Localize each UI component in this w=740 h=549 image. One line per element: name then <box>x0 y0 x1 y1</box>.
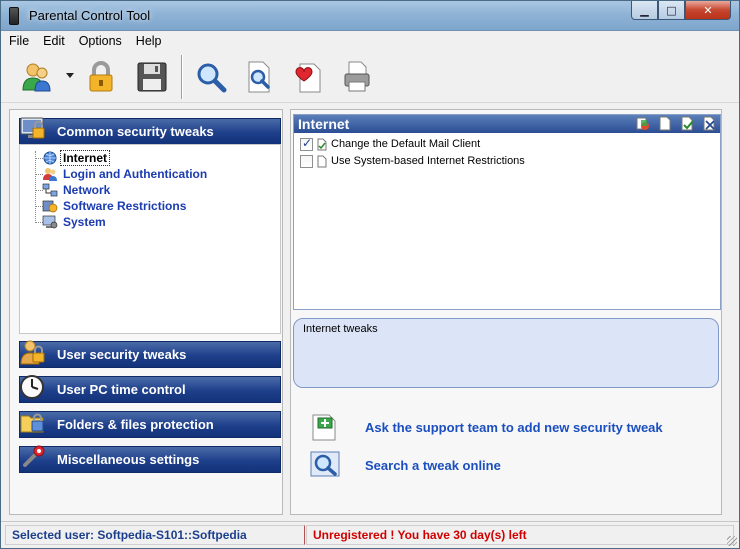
resize-grip[interactable] <box>727 536 737 546</box>
ask-support-label[interactable]: Ask the support team to add new security… <box>365 420 663 435</box>
globe-icon <box>43 151 57 164</box>
clock-icon <box>19 373 47 401</box>
tree-item-network[interactable]: Network <box>42 182 113 197</box>
software-icon <box>42 200 58 212</box>
search-online-icon <box>310 451 340 477</box>
user-lock-icon <box>19 338 47 366</box>
add-document-icon <box>312 414 336 441</box>
search-document-icon[interactable] <box>241 59 277 95</box>
category-panel: Common security tweaks Internet Login an… <box>9 109 283 515</box>
category-miscellaneous-settings[interactable]: Miscellaneous settings <box>19 443 281 473</box>
toolbar-separator <box>181 55 183 99</box>
tree-item-system[interactable]: System <box>42 214 109 229</box>
window-title: Parental Control Tool <box>29 8 151 23</box>
tree-item-login-authentication[interactable]: Login and Authentication <box>42 166 210 181</box>
tweak-checkbox[interactable] <box>300 154 313 168</box>
tweak-label: Change the Default Mail Client <box>331 138 481 150</box>
tree-item-internet[interactable]: Internet <box>42 149 111 166</box>
check-document-icon[interactable] <box>680 116 694 131</box>
menu-help[interactable]: Help <box>136 34 162 48</box>
remove-document-icon[interactable] <box>702 116 716 131</box>
network-icon <box>42 183 58 196</box>
lock-icon[interactable] <box>83 59 119 95</box>
tweak-tree: Internet Login and Authentication Networ… <box>19 144 281 334</box>
tweak-panel: Internet Change the Default Mail Client … <box>290 109 722 515</box>
tree-item-software-restrictions[interactable]: Software Restrictions <box>42 198 189 213</box>
monitor-lock-icon <box>19 115 47 143</box>
app-icon <box>9 7 19 25</box>
list-item[interactable]: Change the Default Mail Client <box>300 136 480 152</box>
print-icon[interactable] <box>339 59 375 95</box>
tweak-description: Internet tweaks <box>293 318 719 388</box>
status-bar: Selected user: Softpedia-S101::Softpedia… <box>1 521 739 548</box>
maximize-button[interactable]: □ <box>658 1 685 20</box>
menu-bar: File Edit Options Help <box>1 31 739 51</box>
category-common-security-tweaks[interactable]: Common security tweaks <box>19 115 281 145</box>
menu-edit[interactable]: Edit <box>43 34 65 48</box>
category-label: User PC time control <box>57 382 186 397</box>
minimize-button[interactable]: ▁ <box>631 1 658 20</box>
users-icon[interactable] <box>19 59 55 95</box>
favorite-document-icon[interactable] <box>290 59 326 95</box>
selected-user-status: Selected user: Softpedia-S101::Softpedia <box>5 525 305 545</box>
category-user-security-tweaks[interactable]: User security tweaks <box>19 338 281 368</box>
list-header-tools <box>636 116 716 131</box>
category-folders-files-protection[interactable]: Folders & files protection <box>19 411 281 438</box>
category-label: Folders & files protection <box>57 417 214 432</box>
tree-connector <box>35 151 36 223</box>
document-check-icon <box>317 138 327 150</box>
list-item[interactable]: Use System-based Internet Restrictions <box>300 153 525 169</box>
tweak-list: Internet Change the Default Mail Client … <box>293 114 721 310</box>
user-dropdown-arrow[interactable] <box>66 73 74 78</box>
tweak-label: Use System-based Internet Restrictions <box>331 155 525 167</box>
category-user-pc-time-control[interactable]: User PC time control <box>19 373 281 403</box>
blank-document-icon[interactable] <box>658 116 672 131</box>
ask-support-link[interactable]: Ask the support team to add new security… <box>309 412 663 442</box>
menu-file[interactable]: File <box>9 34 29 48</box>
title-bar[interactable]: Parental Control Tool ▁ □ ✕ <box>1 1 739 31</box>
wrench-icon <box>19 443 47 471</box>
category-label: User security tweaks <box>57 347 187 362</box>
category-label: Miscellaneous settings <box>57 452 200 467</box>
app-window: Parental Control Tool ▁ □ ✕ File Edit Op… <box>0 0 740 549</box>
category-label: Common security tweaks <box>57 124 214 139</box>
add-tweak-icon[interactable] <box>636 116 650 131</box>
search-online-link[interactable]: Search a tweak online <box>309 450 501 480</box>
document-icon <box>317 155 327 167</box>
close-button[interactable]: ✕ <box>685 1 731 20</box>
registration-status: Unregistered ! You have 30 day(s) left <box>306 525 734 545</box>
tweak-list-header: Internet <box>294 115 720 133</box>
users-icon <box>43 167 57 181</box>
toolbar <box>1 51 739 103</box>
tweak-checkbox[interactable] <box>300 136 313 151</box>
tweak-list-title: Internet <box>298 116 350 132</box>
search-online-label[interactable]: Search a tweak online <box>365 458 501 473</box>
system-icon <box>42 215 58 228</box>
folder-lock-icon <box>19 408 47 436</box>
window-controls: ▁ □ ✕ <box>631 1 731 20</box>
menu-options[interactable]: Options <box>79 34 122 48</box>
search-icon[interactable] <box>193 59 229 95</box>
save-icon[interactable] <box>134 59 170 95</box>
